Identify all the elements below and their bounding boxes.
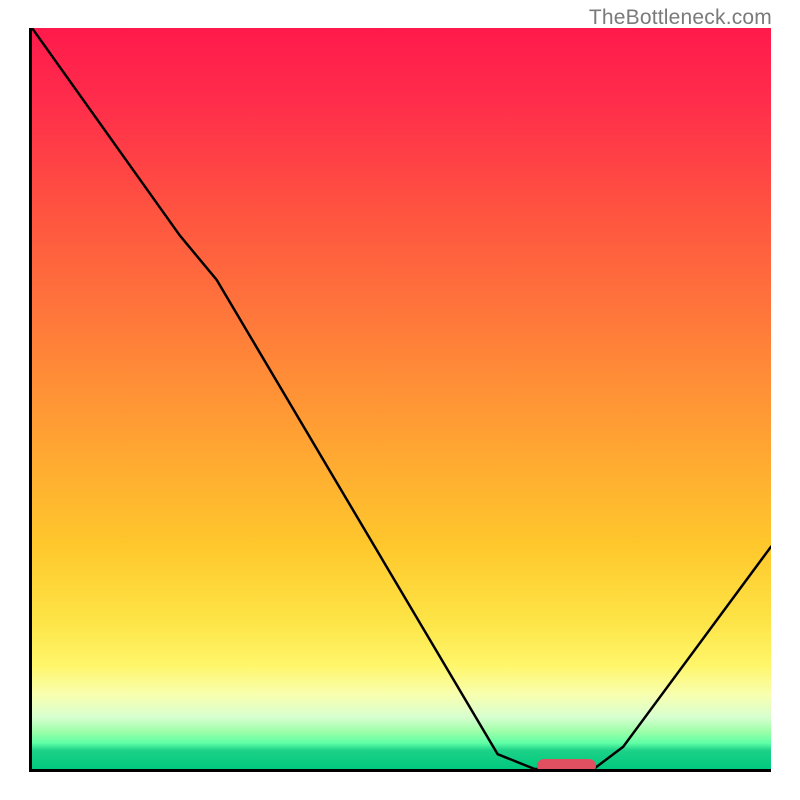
background-gradient <box>32 28 771 769</box>
plot-area <box>29 28 771 772</box>
chart-stage: TheBottleneck.com <box>0 0 800 800</box>
optimal-marker <box>537 759 596 772</box>
watermark-text: TheBottleneck.com <box>589 6 772 30</box>
